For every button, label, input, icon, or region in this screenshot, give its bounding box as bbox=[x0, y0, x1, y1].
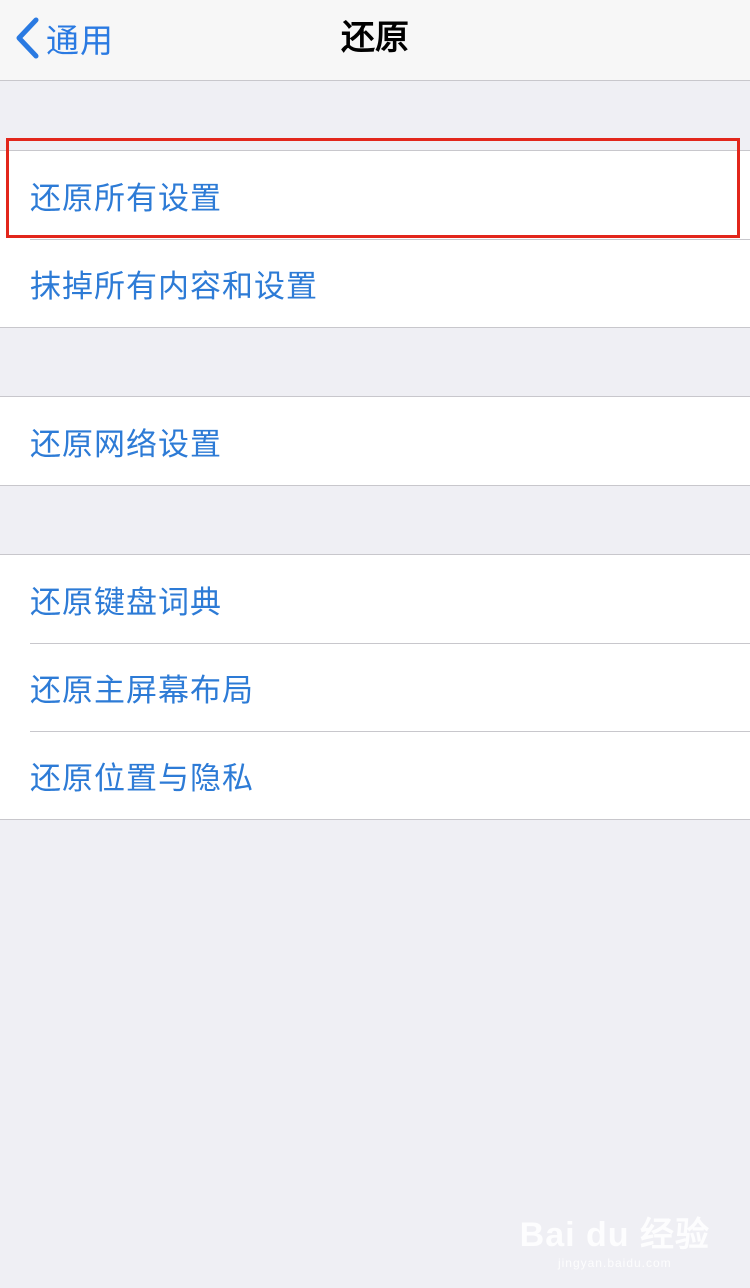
reset-group-1: 还原所有设置 抹掉所有内容和设置 bbox=[0, 150, 750, 328]
reset-group-2: 还原网络设置 bbox=[0, 396, 750, 486]
reset-network-settings-item[interactable]: 还原网络设置 bbox=[0, 397, 750, 485]
reset-all-settings-item[interactable]: 还原所有设置 bbox=[0, 151, 750, 239]
navigation-bar: 通用 还原 bbox=[0, 0, 750, 81]
reset-group-3: 还原键盘词典 还原主屏幕布局 还原位置与隐私 bbox=[0, 554, 750, 820]
watermark: Bai du 经验 jingyan.baidu.com bbox=[520, 1207, 710, 1270]
reset-home-screen-layout-item[interactable]: 还原主屏幕布局 bbox=[0, 643, 750, 731]
watermark-url: jingyan.baidu.com bbox=[557, 1256, 672, 1270]
page-title: 还原 bbox=[341, 18, 409, 58]
watermark-logo: Bai du 经验 bbox=[519, 1216, 710, 1254]
erase-all-content-item[interactable]: 抹掉所有内容和设置 bbox=[0, 239, 750, 327]
reset-keyboard-dictionary-item[interactable]: 还原键盘词典 bbox=[0, 555, 750, 643]
reset-location-privacy-item[interactable]: 还原位置与隐私 bbox=[0, 731, 750, 819]
